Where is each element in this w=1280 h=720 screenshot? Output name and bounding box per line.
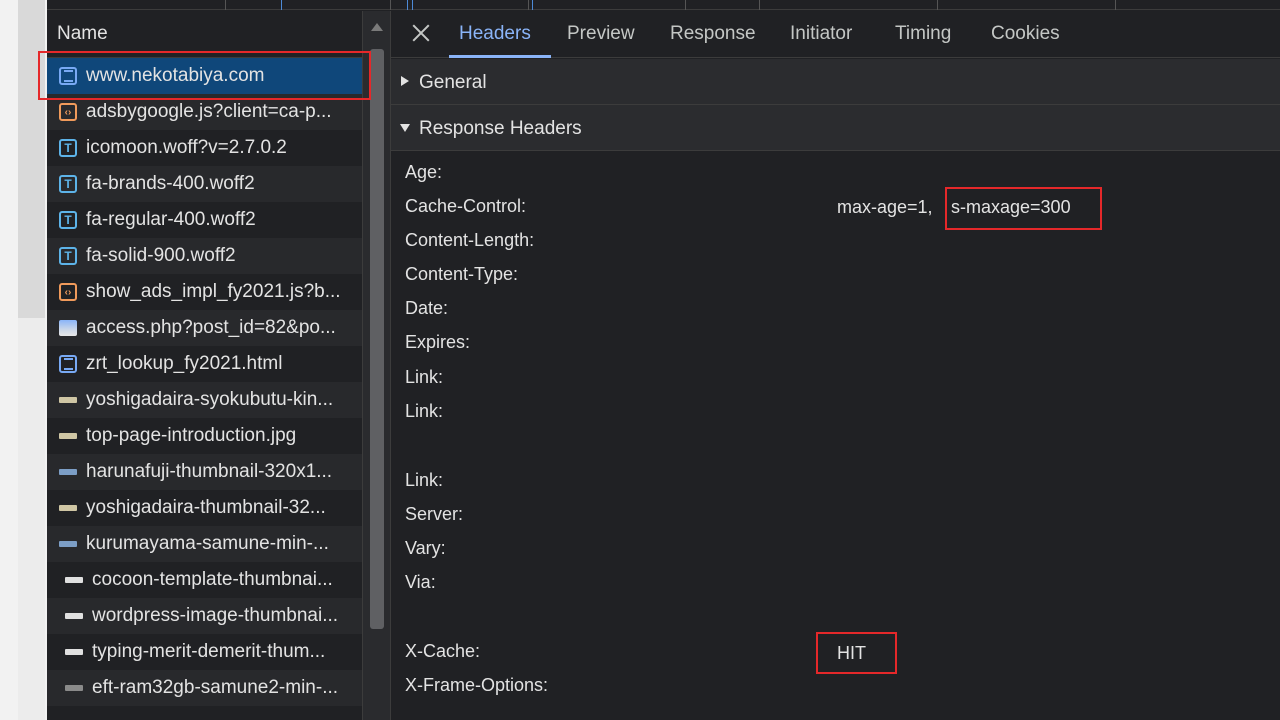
detail-tabs: Headers Preview Response Initiator Timin… xyxy=(391,11,1280,58)
request-row[interactable]: Tfa-solid-900.woff2 xyxy=(47,238,362,274)
request-name: kurumayama-samune-min-... xyxy=(86,533,329,554)
response-headers-section-label: Response Headers xyxy=(419,118,582,139)
thumbnail-icon xyxy=(59,469,77,475)
request-row[interactable]: cocoon-template-thumbnai... xyxy=(47,562,362,598)
request-row[interactable]: top-page-introduction.jpg xyxy=(47,418,362,454)
request-row[interactable]: yoshigadaira-syokubutu-kin... xyxy=(47,382,362,418)
tab-preview[interactable]: Preview xyxy=(567,23,635,45)
font-icon: T xyxy=(59,211,77,229)
thumbnail-icon xyxy=(65,613,83,619)
header-name: Expires: xyxy=(405,332,471,352)
request-name: typing-merit-demerit-thum... xyxy=(92,641,326,662)
header-name: Server: xyxy=(405,504,464,524)
scrollbar-thumb[interactable] xyxy=(370,49,384,629)
request-name: show_ads_impl_fy2021.js?b... xyxy=(86,281,341,302)
tab-initiator[interactable]: Initiator xyxy=(790,23,852,45)
thumbnail-icon xyxy=(59,433,77,439)
general-section-header[interactable]: General xyxy=(391,59,1280,105)
response-headers-section-header[interactable]: Response Headers xyxy=(391,105,1280,151)
header-name: X-Frame-Options: xyxy=(405,675,549,695)
general-section-label: General xyxy=(419,72,487,93)
highlight-box-selected-request xyxy=(38,51,371,100)
page-margin-inner xyxy=(18,0,45,720)
font-icon: T xyxy=(59,139,77,157)
document-icon xyxy=(59,355,77,373)
header-name: Link: xyxy=(405,367,444,387)
request-list-panel: Name www.nekotabiya.com ‹› adsbygoogle.js?… xyxy=(47,11,390,720)
request-name: adsbygoogle.js?client=ca-p... xyxy=(86,101,332,122)
request-row[interactable]: Tfa-regular-400.woff2 xyxy=(47,202,362,238)
thumbnail-icon xyxy=(59,541,77,547)
header-name: Vary: xyxy=(405,538,446,558)
request-row[interactable]: harunafuji-thumbnail-320x1... xyxy=(47,454,362,490)
request-name: cocoon-template-thumbnai... xyxy=(92,569,333,590)
request-row[interactable]: zrt_lookup_fy2021.html xyxy=(47,346,362,382)
request-name: zrt_lookup_fy2021.html xyxy=(86,353,283,374)
script-icon: ‹› xyxy=(59,283,77,301)
request-name: eft-ram32gb-samune2-min-... xyxy=(92,677,339,698)
collapse-arrow-icon xyxy=(400,124,410,132)
header-name: Cache-Control: xyxy=(405,196,527,216)
request-row[interactable]: access.php?post_id=82&po... xyxy=(47,310,362,346)
request-name: wordpress-image-thumbnai... xyxy=(92,605,339,626)
request-row[interactable]: Ticomoon.woff?v=2.7.0.2 xyxy=(47,130,362,166)
request-row[interactable]: yoshigadaira-thumbnail-32... xyxy=(47,490,362,526)
waterfall-overview[interactable] xyxy=(47,0,1280,10)
header-name: Link: xyxy=(405,401,444,421)
header-name: Age: xyxy=(405,162,443,182)
thumbnail-icon xyxy=(65,649,83,655)
active-tab-indicator xyxy=(449,55,551,58)
request-row[interactable]: ‹› show_ads_impl_fy2021.js?b... xyxy=(47,274,362,310)
highlight-box-x-cache-hit xyxy=(816,632,897,674)
scroll-up-arrow-icon[interactable] xyxy=(371,23,383,31)
font-icon: T xyxy=(59,247,77,265)
name-column-label: Name xyxy=(57,23,108,44)
request-name: fa-regular-400.woff2 xyxy=(86,209,256,230)
request-name: fa-solid-900.woff2 xyxy=(86,245,236,266)
tab-response[interactable]: Response xyxy=(670,23,756,45)
highlight-box-s-maxage xyxy=(945,187,1102,230)
cache-control-value: max-age=1, xyxy=(837,197,933,217)
request-name: top-page-introduction.jpg xyxy=(86,425,297,446)
tab-cookies[interactable]: Cookies xyxy=(991,23,1060,45)
thumbnail-icon xyxy=(59,397,77,403)
header-name: Date: xyxy=(405,298,449,318)
request-row[interactable]: kurumayama-samune-min-... xyxy=(47,526,362,562)
request-rows: www.nekotabiya.com ‹› adsbygoogle.js?clien… xyxy=(47,58,362,706)
expand-arrow-icon xyxy=(401,76,409,86)
font-icon: T xyxy=(59,175,77,193)
request-name: fa-brands-400.woff2 xyxy=(86,173,255,194)
tab-headers[interactable]: Headers xyxy=(459,23,531,45)
request-name: harunafuji-thumbnail-320x1... xyxy=(86,461,333,482)
request-row[interactable]: Tfa-brands-400.woff2 xyxy=(47,166,362,202)
request-list-scrollbar[interactable] xyxy=(362,11,390,720)
request-row[interactable]: eft-ram32gb-samune2-min-... xyxy=(47,670,362,706)
header-name: Link: xyxy=(405,470,444,490)
request-name: access.php?post_id=82&po... xyxy=(86,317,336,338)
script-icon: ‹› xyxy=(59,103,77,121)
request-row[interactable]: wordpress-image-thumbnai... xyxy=(47,598,362,634)
thumbnail-icon xyxy=(65,577,83,583)
page-margin xyxy=(0,0,47,720)
header-name: X-Cache: xyxy=(405,641,481,661)
request-detail-pane: Headers Preview Response Initiator Timin… xyxy=(390,11,1280,720)
request-name: icomoon.woff?v=2.7.0.2 xyxy=(86,137,287,158)
close-icon[interactable] xyxy=(409,21,433,45)
header-name: Content-Length: xyxy=(405,230,535,250)
thumbnail-icon xyxy=(59,505,77,511)
header-name: Via: xyxy=(405,572,436,592)
header-name: Content-Type: xyxy=(405,264,519,284)
thumbnail-icon xyxy=(65,685,83,691)
request-row[interactable]: typing-merit-demerit-thum... xyxy=(47,634,362,670)
request-name: yoshigadaira-syokubutu-kin... xyxy=(86,389,334,410)
image-icon xyxy=(59,320,77,336)
request-name: yoshigadaira-thumbnail-32... xyxy=(86,497,326,518)
tab-timing[interactable]: Timing xyxy=(895,23,951,45)
